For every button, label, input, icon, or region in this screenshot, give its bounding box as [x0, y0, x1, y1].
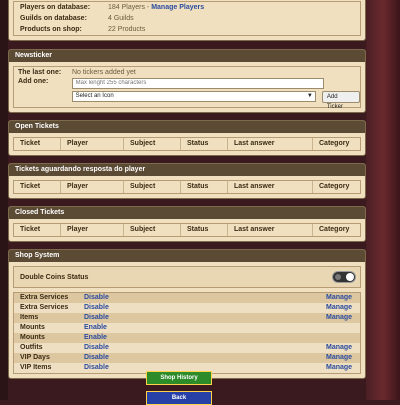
shop-history-button[interactable]: Shop History [146, 371, 212, 385]
service-manage-link[interactable]: Manage [326, 363, 360, 373]
add-ticker-fields: Select an Icon ▼ Add Ticker [71, 78, 360, 110]
tickets-header: Ticket Player Subject Status Last answer… [13, 137, 361, 151]
service-name: Outfits [20, 344, 43, 351]
service-toggle-link[interactable]: Disable [84, 313, 326, 323]
service-toggle-link[interactable]: Disable [84, 303, 326, 313]
col-last-answer: Last answer [228, 138, 313, 150]
icon-select[interactable]: Select an Icon ▼ [71, 91, 316, 102]
service-row: Items Disable Manage [14, 313, 360, 323]
col-category: Category [319, 183, 350, 190]
service-name: Extra Services [20, 294, 69, 301]
background-left [0, 0, 8, 400]
service-name: Items [20, 314, 39, 321]
double-coins-toggle[interactable] [332, 271, 356, 283]
stat-row-players: Players on database: 184 Players - Manag… [14, 2, 360, 13]
manage-players-link[interactable]: Manage Players [151, 4, 204, 11]
tickets-header: Ticket Player Subject Status Last answer… [13, 223, 361, 237]
service-toggle-link[interactable]: Disable [84, 293, 326, 303]
col-category: Category [319, 140, 350, 147]
service-manage-link[interactable]: Manage [326, 313, 360, 323]
col-ticket: Ticket [14, 224, 61, 236]
col-player: Player [61, 138, 124, 150]
stat-value: 22 Products [108, 26, 146, 33]
toggle-knob [346, 273, 354, 281]
service-name: Mounts [20, 334, 45, 341]
service-manage-link[interactable]: Manage [326, 343, 360, 353]
background-right [366, 0, 400, 400]
panel-title: Tickets aguardando resposta do player [9, 164, 365, 176]
admin-page: Players on database: 184 Players - Manag… [8, 0, 366, 385]
newsticker-box: The last one: No tickers added yet Add o… [13, 66, 361, 110]
col-status: Status [181, 224, 228, 236]
panel-title: Shop System [9, 250, 365, 262]
closed-tickets-panel: Closed Tickets Ticket Player Subject Sta… [8, 206, 366, 242]
icon-select-value: Select an Icon [75, 93, 114, 99]
chevron-down-icon: ▼ [306, 93, 313, 99]
col-status: Status [181, 138, 228, 150]
service-toggle-link[interactable]: Disable [84, 343, 326, 353]
services-table: Extra Services Disable Manage Extra Serv… [13, 292, 361, 374]
service-row: Extra Services Disable Manage [14, 303, 360, 313]
service-name: Extra Services [20, 304, 69, 311]
service-toggle-link[interactable]: Enable [84, 323, 326, 333]
service-row: Mounts Enable [14, 323, 360, 333]
stat-label: Players on database: [20, 4, 91, 11]
service-manage-link[interactable] [326, 333, 360, 343]
service-name: VIP Items [20, 364, 52, 371]
col-last-answer: Last answer [228, 224, 313, 236]
col-category: Category [319, 226, 350, 233]
newsticker-panel: Newsticker The last one: No tickers adde… [8, 49, 366, 113]
col-player: Player [61, 224, 124, 236]
stat-value: 4 Guilds [108, 15, 134, 22]
ticker-text-input[interactable] [71, 78, 324, 89]
add-one-label: Add one: [18, 78, 49, 85]
service-manage-link[interactable]: Manage [326, 303, 360, 313]
service-row: Outfits Disable Manage [14, 343, 360, 353]
stat-value: 184 Players - Manage Players [108, 4, 205, 11]
stat-row-products: Products on shop: 22 Products [14, 24, 360, 35]
col-subject: Subject [124, 224, 181, 236]
waiting-tickets-panel: Tickets aguardando resposta do player Ti… [8, 163, 366, 199]
service-manage-link[interactable]: Manage [326, 293, 360, 303]
panel-title: Open Tickets [9, 121, 365, 133]
service-row: Extra Services Disable Manage [14, 293, 360, 303]
col-last-answer: Last answer [228, 181, 313, 193]
service-toggle-link[interactable]: Disable [84, 353, 326, 363]
service-name: VIP Days [20, 354, 50, 361]
open-tickets-panel: Open Tickets Ticket Player Subject Statu… [8, 120, 366, 156]
stat-label: Products on shop: [20, 26, 82, 33]
stats-panel: Players on database: 184 Players - Manag… [8, 0, 366, 41]
panel-title: Closed Tickets [9, 207, 365, 219]
add-ticker-row: Add one: Select an Icon ▼ Add Ticker [14, 77, 360, 110]
back-button[interactable]: Back [146, 391, 212, 405]
stat-row-guilds: Guilds on database: 4 Guilds [14, 13, 360, 24]
icon-row: Select an Icon ▼ Add Ticker [71, 91, 360, 110]
service-row: VIP Days Disable Manage [14, 353, 360, 363]
service-toggle-link[interactable]: Enable [84, 333, 326, 343]
col-subject: Subject [124, 138, 181, 150]
service-name: Mounts [20, 324, 45, 331]
stats-box: Players on database: 184 Players - Manag… [13, 1, 361, 36]
stat-label: Guilds on database: [20, 15, 87, 22]
double-coins-label: Double Coins Status [20, 273, 89, 281]
service-manage-link[interactable] [326, 323, 360, 333]
panel-title: Newsticker [9, 50, 365, 62]
service-row: Mounts Enable [14, 333, 360, 343]
last-ticker-row: The last one: No tickers added yet [14, 68, 360, 77]
add-ticker-button[interactable]: Add Ticker [321, 91, 360, 110]
col-subject: Subject [124, 181, 181, 193]
tickets-header: Ticket Player Subject Status Last answer… [13, 180, 361, 194]
col-status: Status [181, 181, 228, 193]
shop-system-panel: Shop System Double Coins Status Extra Se… [8, 249, 366, 379]
col-ticket: Ticket [14, 181, 61, 193]
double-coins-row: Double Coins Status [13, 266, 361, 288]
last-one-label: The last one: [18, 69, 62, 76]
col-ticket: Ticket [14, 138, 61, 150]
last-one-value: No tickers added yet [72, 69, 136, 76]
service-manage-link[interactable]: Manage [326, 353, 360, 363]
col-player: Player [61, 181, 124, 193]
